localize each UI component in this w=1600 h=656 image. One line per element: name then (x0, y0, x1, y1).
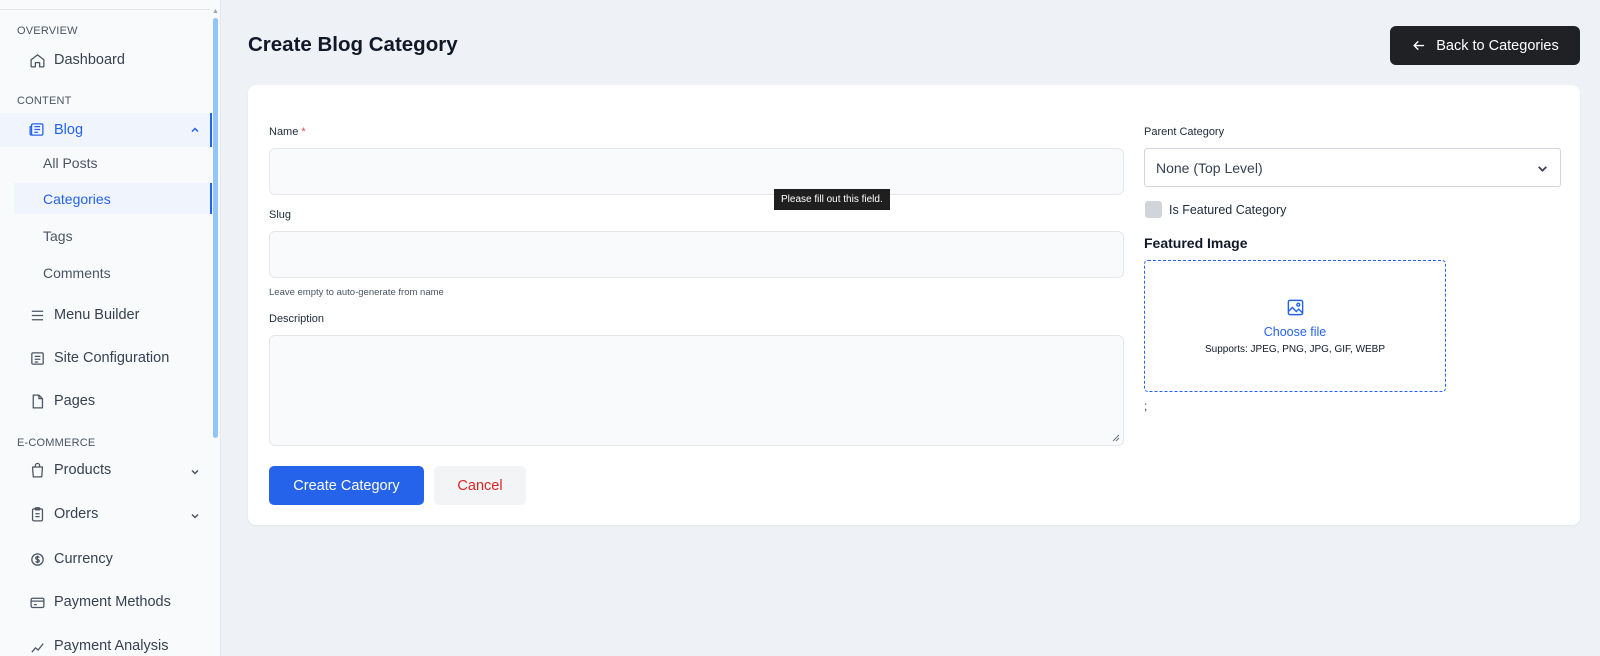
slug-input[interactable] (269, 231, 1124, 278)
sidebar-subitem-categories[interactable]: Categories (43, 191, 111, 207)
scroll-up-arrow-icon[interactable]: ▲ (212, 8, 219, 16)
chevron-down-icon[interactable] (189, 510, 201, 522)
back-to-categories-button[interactable]: Back to Categories (1390, 26, 1580, 65)
parent-category-value: None (Top Level) (1156, 159, 1263, 176)
sidebar-subitem-comments[interactable]: Comments (43, 265, 111, 281)
menu-icon (28, 306, 46, 324)
sidebar-item-label: Payment Analysis (54, 638, 169, 654)
chevron-up-icon[interactable] (189, 124, 201, 136)
newspaper-icon (28, 121, 46, 139)
sidebar-item-label: Products (54, 462, 112, 478)
sidebar: ▲ OVERVIEW Dashboard CONTENT Blog All Po… (0, 0, 221, 656)
sidebar-subitem-all-posts[interactable]: All Posts (43, 155, 97, 171)
sidebar-item-label: Pages (54, 393, 96, 409)
sidebar-divider (0, 9, 210, 10)
sidebar-item-label: Site Configuration (54, 350, 170, 366)
description-textarea[interactable] (269, 335, 1124, 446)
sidebar-item-blog[interactable]: Blog (0, 113, 212, 147)
file-icon (28, 392, 46, 410)
parent-category-label: Parent Category (1144, 126, 1225, 138)
sidebar-item-orders[interactable]: Orders (28, 499, 98, 529)
featured-checkbox[interactable] (1145, 201, 1162, 218)
resize-grip-icon[interactable] (1112, 434, 1120, 442)
name-label-text: Name (269, 126, 299, 138)
choose-file-link[interactable]: Choose file (1145, 325, 1445, 339)
slug-label: Slug (269, 209, 292, 221)
shopping-bag-icon (28, 461, 46, 479)
section-label-content: CONTENT (17, 95, 72, 107)
sidebar-item-dashboard[interactable]: Dashboard (28, 45, 125, 75)
sidebar-item-label: Menu Builder (54, 307, 140, 323)
featured-checkbox-label: Is Featured Category (1169, 203, 1287, 217)
sidebar-item-payment-methods[interactable]: Payment Methods (28, 587, 171, 617)
analytics-icon (28, 637, 46, 655)
sidebar-item-menu-builder[interactable]: Menu Builder (28, 300, 139, 330)
clipboard-icon (28, 505, 46, 523)
sidebar-item-currency[interactable]: Currency (28, 544, 113, 574)
page-title: Create Blog Category (248, 33, 458, 56)
stray-text: ; (1144, 399, 1148, 413)
name-label: Name * (269, 126, 306, 138)
sidebar-subitem-tags[interactable]: Tags (43, 228, 73, 244)
sidebar-scrollbar[interactable] (213, 18, 218, 438)
back-button-label: Back to Categories (1436, 37, 1559, 54)
chevron-down-icon[interactable] (189, 466, 201, 478)
chevron-down-icon (1538, 166, 1547, 172)
sidebar-item-payment-analysis[interactable]: Payment Analysis (28, 631, 168, 656)
sidebar-item-pages[interactable]: Pages (28, 386, 95, 416)
arrow-left-icon (1411, 38, 1426, 53)
section-label-overview: OVERVIEW (17, 25, 78, 37)
credit-card-icon (28, 593, 46, 611)
currency-exchange-icon (28, 550, 46, 568)
sidebar-item-label: Orders (54, 506, 99, 522)
create-category-button[interactable]: Create Category (269, 466, 424, 505)
required-marker: * (301, 126, 306, 138)
description-label: Description (269, 313, 325, 325)
supported-formats: Supports: JPEG, PNG, JPG, GIF, WEBP (1204, 344, 1386, 355)
section-label-ecommerce: E-COMMERCE (17, 437, 96, 449)
cancel-button[interactable]: Cancel (434, 466, 526, 505)
featured-image-dropzone[interactable]: Choose file Supports: JPEG, PNG, JPG, GI… (1144, 260, 1446, 392)
sidebar-item-label: Payment Methods (54, 594, 171, 610)
sidebar-item-label: Currency (54, 551, 113, 567)
sidebar-item-label: Blog (54, 122, 84, 138)
home-icon (28, 51, 46, 69)
sidebar-item-label: Dashboard (54, 52, 125, 68)
sidebar-item-site-configuration[interactable]: Site Configuration (28, 343, 169, 373)
name-input[interactable] (269, 148, 1124, 195)
slug-hint: Leave empty to auto-generate from name (269, 287, 444, 298)
sidebar-item-products[interactable]: Products (28, 455, 203, 485)
settings-list-icon (28, 349, 46, 367)
image-icon (1287, 299, 1304, 316)
featured-image-title: Featured Image (1144, 235, 1248, 251)
validation-tooltip: Please fill out this field. (774, 189, 890, 210)
parent-category-select[interactable]: None (Top Level) (1144, 148, 1561, 187)
